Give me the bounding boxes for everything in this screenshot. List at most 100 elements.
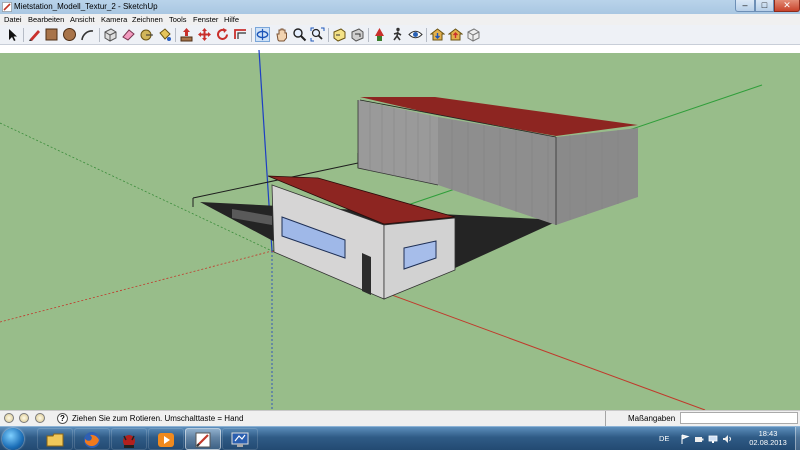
component-icon [104,28,117,42]
offset-icon [234,29,246,39]
maximize-button[interactable]: □ [755,0,774,12]
minimize-button[interactable]: – [735,0,755,12]
taskbar-media-player[interactable] [148,428,184,450]
eraser-tool-button[interactable] [121,27,136,42]
measurements-input[interactable] [680,412,798,424]
tray-power-icon[interactable] [694,434,704,444]
share-model-tool-button[interactable] [448,27,463,42]
walk-tool-button[interactable] [390,27,405,42]
get-models-tool-button[interactable] [430,27,445,42]
show-desktop-button[interactable] [795,427,800,450]
credits-icon[interactable] [19,413,29,423]
menu-bearbeiten[interactable]: Bearbeiten [28,15,64,24]
menu-kamera[interactable]: Kamera [101,15,127,24]
eye-icon [408,30,423,39]
arrow-cursor-icon [9,29,17,41]
model-scene [0,45,800,410]
media-player-icon [158,433,174,447]
menu-hilfe[interactable]: Hilfe [224,15,239,24]
arc-tool-button[interactable] [80,27,95,42]
status-bar: ? Ziehen Sie zum Rotieren. Umschalttaste… [0,410,800,426]
magnifier-icon [293,28,307,42]
sketchup-icon [195,432,211,448]
hand-icon [276,28,287,42]
sky [0,45,800,53]
menu-ansicht[interactable]: Ansicht [70,15,95,24]
push-pull-tool-button[interactable] [179,27,194,42]
share-component-tool-button[interactable] [466,27,481,42]
tray-volume-icon[interactable] [722,434,732,444]
taskbar-firefox[interactable] [74,428,110,450]
circle-tool-button[interactable] [62,27,77,42]
taskbar-sketchup[interactable] [185,428,221,450]
clock-time: 18:43 [758,429,778,438]
paint-bucket-icon [159,28,171,41]
tape-measure-icon [140,29,153,41]
house-share-icon [448,28,463,41]
taskbar: DE 18:43 02.08.2013 [0,426,800,450]
start-button[interactable] [2,428,24,450]
taskbar-red-app[interactable] [111,428,147,450]
eraser-icon [122,29,135,41]
status-message: Ziehen Sie zum Rotieren. Umschalttaste =… [72,414,244,423]
door [362,253,371,295]
look-around-tool-button[interactable] [408,27,423,42]
line-tool-button[interactable] [27,27,42,42]
component-share-icon [467,28,480,42]
house-download-icon [430,28,445,41]
monitor-icon [231,432,249,447]
sketchup-app-icon [2,2,12,12]
close-button[interactable]: ✕ [774,0,800,12]
tray-network-icon[interactable] [708,434,718,444]
select-tool-button[interactable] [5,27,20,42]
pan-tool-button[interactable] [274,27,289,42]
rotate-tool-button[interactable] [215,27,230,42]
next-view-icon [351,28,364,42]
menu-zeichnen[interactable]: Zeichnen [132,15,163,24]
walk-icon [393,27,402,41]
push-pull-icon [180,28,193,42]
rectangle-tool-button[interactable] [44,27,59,42]
offset-tool-button[interactable] [233,27,248,42]
orbit-icon [256,28,269,41]
rectangle-icon [45,28,58,41]
taskbar-display[interactable] [222,428,258,450]
menu-tools[interactable]: Tools [169,15,187,24]
pencil-icon [29,30,40,41]
title-bar[interactable]: Mietstation_Modell_Textur_2 - SketchUp –… [0,0,800,14]
move-icon [198,28,211,41]
orbit-tool-button[interactable] [255,27,270,42]
move-tool-button[interactable] [197,27,212,42]
drawing-area[interactable] [0,45,800,410]
previous-view-icon [333,28,346,42]
window-title: Mietstation_Modell_Textur_2 - SketchUp [14,2,158,11]
tray-flag-icon[interactable] [680,434,690,444]
help-icon[interactable]: ? [57,413,68,424]
previous-view-tool-button[interactable] [332,27,347,42]
taskbar-explorer[interactable] [37,428,73,450]
geo-location-icon[interactable] [4,413,14,423]
folder-icon [46,433,64,447]
position-camera-tool-button[interactable] [372,27,387,42]
menu-datei[interactable]: Datei [4,15,22,24]
status-divider [605,411,606,426]
zoom-tool-button[interactable] [292,27,307,42]
rotate-icon [217,28,228,40]
user-icon[interactable] [35,413,45,423]
system-clock[interactable]: 18:43 02.08.2013 [744,429,792,447]
clock-date: 02.08.2013 [749,438,787,447]
measurements-label: Maßangaben [628,414,676,423]
arc-icon [81,30,94,41]
toolbar [0,25,800,45]
language-indicator[interactable]: DE [659,434,669,443]
zoom-extents-icon [310,27,325,42]
menu-fenster[interactable]: Fenster [193,15,218,24]
next-view-tool-button[interactable] [350,27,365,42]
tape-measure-tool-button[interactable] [139,27,154,42]
menu-bar: Datei Bearbeiten Ansicht Kamera Zeichnen… [0,14,800,25]
position-camera-icon [375,28,384,41]
make-component-tool-button[interactable] [103,27,118,42]
firefox-icon [84,432,100,448]
zoom-extents-tool-button[interactable] [310,27,325,42]
paint-bucket-tool-button[interactable] [157,27,172,42]
